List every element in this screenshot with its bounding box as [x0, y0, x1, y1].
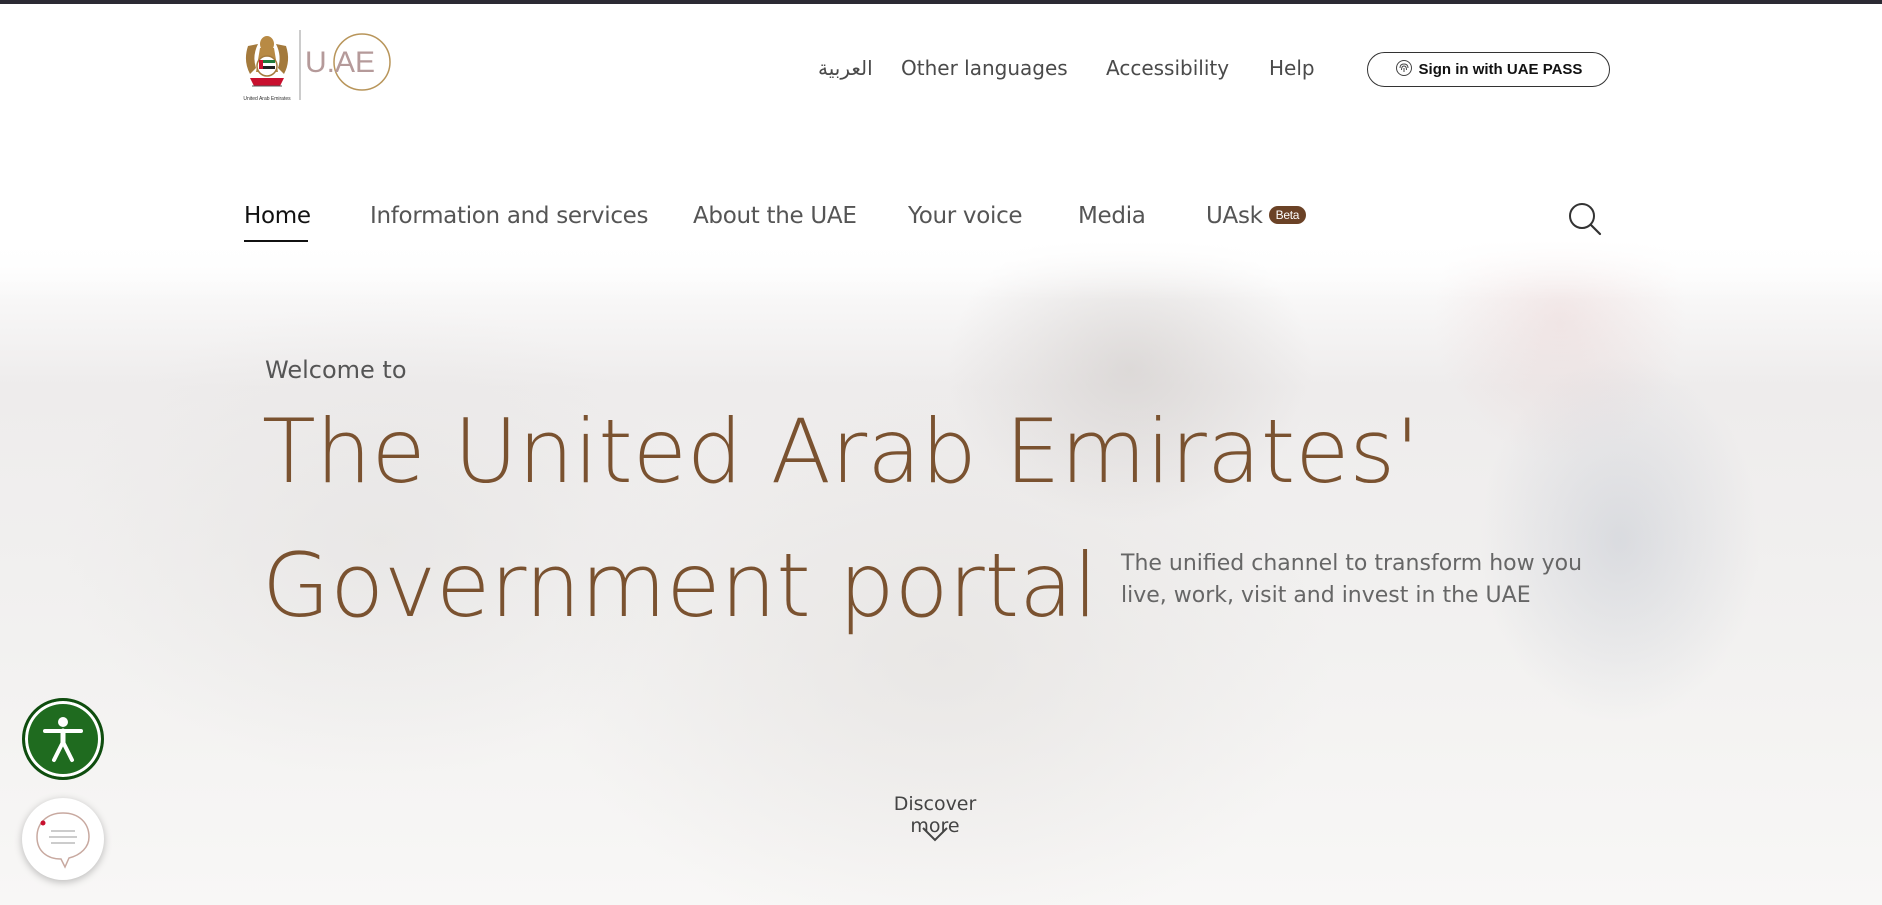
sign-in-label: Sign in with UAE PASS	[1418, 61, 1583, 78]
top-strip	[0, 0, 1882, 4]
nav-item-uask-label: UAsk	[1206, 203, 1263, 229]
hero-title-line1: The United Arab Emirates'	[262, 400, 1420, 503]
nav-item-media[interactable]: Media	[1078, 203, 1146, 229]
hero-title-line2: Government portal	[262, 534, 1098, 637]
search-button[interactable]	[1565, 199, 1605, 239]
accessibility-widget-button[interactable]	[22, 698, 104, 780]
chat-icon	[36, 812, 90, 869]
hero-fade	[0, 240, 1882, 300]
nav-item-about-the-uae[interactable]: About the UAE	[693, 203, 857, 229]
svg-text:United Arab Emirates: United Arab Emirates	[243, 96, 291, 102]
accessibility-icon	[43, 717, 83, 762]
nav-item-uask[interactable]: UAsk Beta	[1206, 203, 1307, 229]
uae-logo[interactable]: United Arab Emirates U.AE	[238, 26, 398, 104]
chevron-down-icon[interactable]	[921, 826, 949, 842]
language-arabic-link[interactable]: العربية	[818, 56, 873, 80]
nav-item-your-voice[interactable]: Your voice	[908, 203, 1023, 229]
nav-active-underline	[244, 240, 308, 242]
hero-welcome-text: Welcome to	[265, 356, 407, 384]
sign-in-uae-pass-button[interactable]: Sign in with UAE PASS	[1367, 52, 1610, 87]
fingerprint-icon	[1395, 59, 1413, 81]
falcon-emblem-icon	[245, 36, 289, 87]
beta-badge: Beta	[1268, 205, 1307, 224]
nav-item-information-and-services[interactable]: Information and services	[370, 203, 649, 229]
search-icon	[1569, 203, 1602, 236]
help-link[interactable]: Help	[1269, 56, 1315, 80]
svg-text:U.AE: U.AE	[305, 46, 375, 79]
nav-item-home[interactable]: Home	[244, 203, 311, 229]
accessibility-link[interactable]: Accessibility	[1106, 56, 1229, 80]
other-languages-link[interactable]: Other languages	[901, 56, 1068, 80]
chat-widget-button[interactable]	[22, 798, 104, 880]
hero-subtitle: The unified channel to transform how you…	[1121, 551, 1583, 608]
